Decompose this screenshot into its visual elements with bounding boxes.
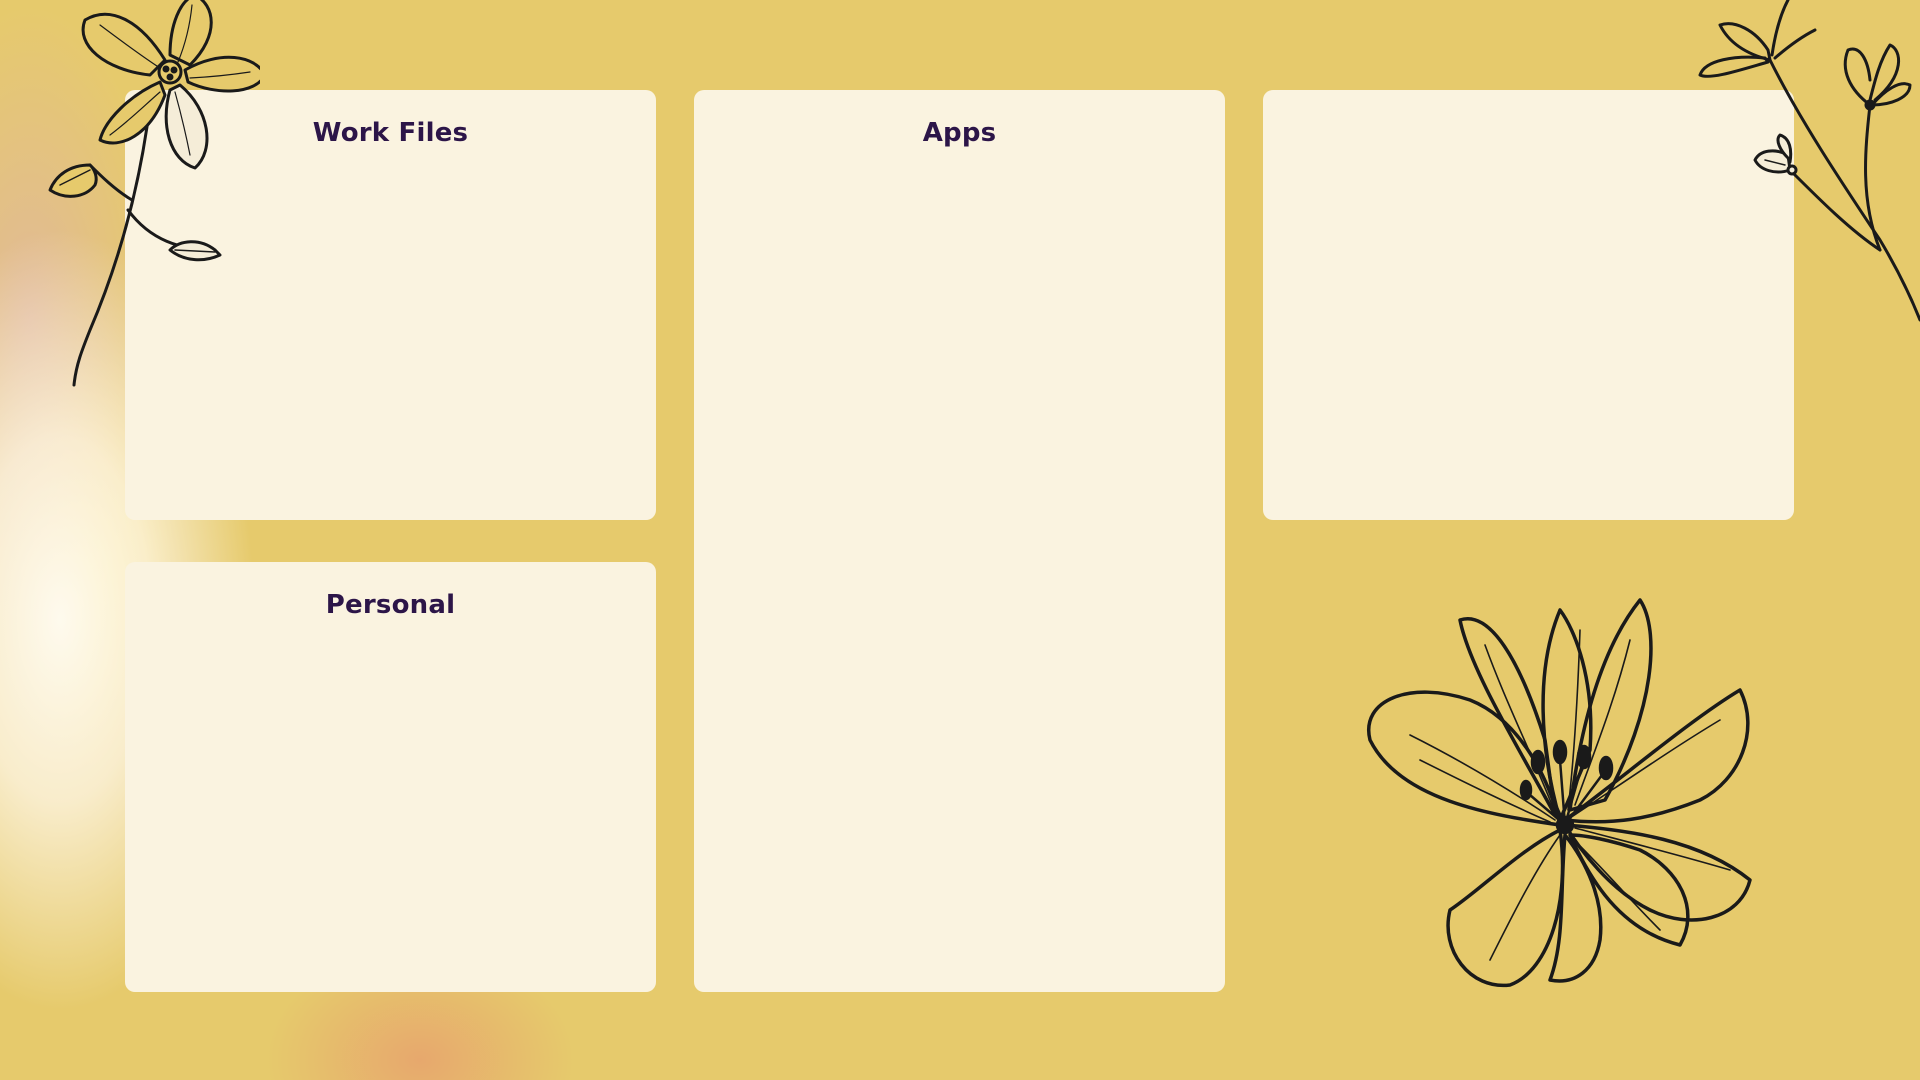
work-files-title: Work Files — [312, 118, 469, 148]
personal-panel[interactable]: Personal — [125, 562, 656, 992]
personal-title: Personal — [325, 590, 456, 620]
apps-panel[interactable]: Apps — [694, 90, 1225, 992]
lily-flower-icon — [1320, 550, 1780, 1000]
apps-title: Apps — [922, 118, 997, 148]
blank-panel[interactable] — [1263, 90, 1794, 520]
work-files-panel[interactable]: Work Files — [125, 90, 656, 520]
